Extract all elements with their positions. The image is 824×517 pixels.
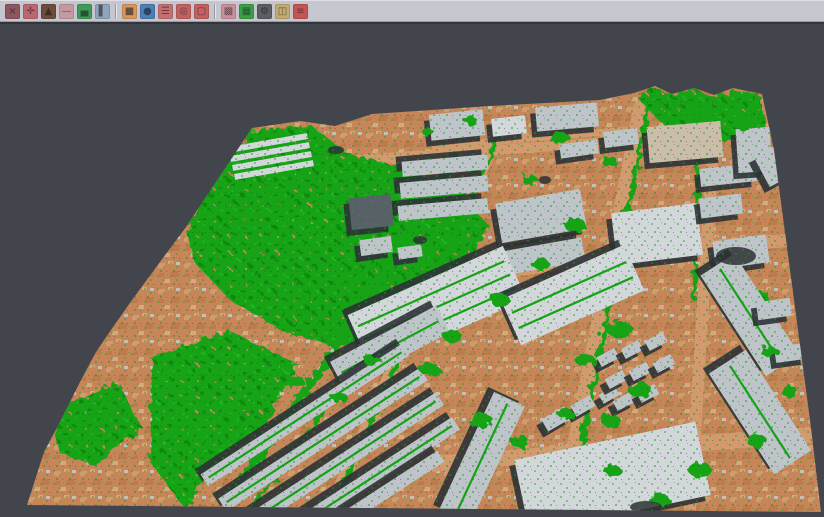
toolbar-group: ■●☰◎▢ <box>119 4 212 19</box>
crop-bounds-icon[interactable]: ▢ <box>194 4 209 19</box>
terrain-tool-icon[interactable]: ▲ <box>41 4 56 19</box>
history-tool-icon[interactable]: ◫ <box>275 4 290 19</box>
delete-tool-icon[interactable]: × <box>5 4 20 19</box>
layers-tool-icon[interactable]: ≡ <box>293 4 308 19</box>
viewport-panel <box>0 22 824 517</box>
profile-lines-icon[interactable]: ☰ <box>158 4 173 19</box>
orange-tile-icon[interactable]: ■ <box>122 4 137 19</box>
grid-tool-icon[interactable]: ▩ <box>221 4 236 19</box>
toolbar-group: ×✛▲—▄▌ <box>2 4 113 19</box>
toolbar-group: ▩▦⚙◫≡ <box>218 4 311 19</box>
camera-settings-icon[interactable]: ⚙ <box>257 4 272 19</box>
column-filter-icon[interactable]: ▌ <box>95 4 110 19</box>
toolbar-separator <box>214 4 216 19</box>
toolbar-separator <box>115 4 117 19</box>
main-toolbar: ×✛▲—▄▌ ■●☰◎▢ ▩▦⚙◫≡ <box>0 0 824 22</box>
vegetation-classify-icon[interactable]: ▄ <box>77 4 92 19</box>
globe-view-icon[interactable]: ● <box>140 4 155 19</box>
measure-line-tool-icon[interactable]: — <box>59 4 74 19</box>
pan-points-tool-icon[interactable]: ✛ <box>23 4 38 19</box>
classification-map-icon[interactable]: ▦ <box>239 4 254 19</box>
target-picker-icon[interactable]: ◎ <box>176 4 191 19</box>
3d-viewport[interactable] <box>0 24 824 517</box>
